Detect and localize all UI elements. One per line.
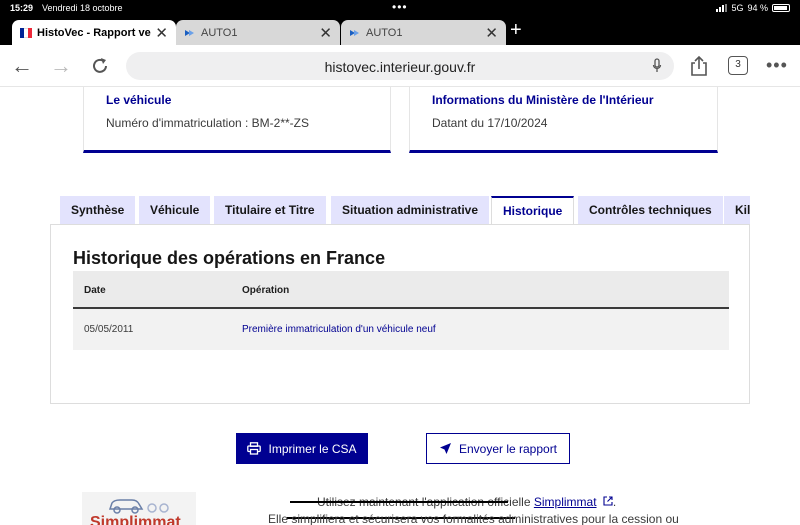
report-tabs: Synthèse Véhicule Titulaire et Titre Sit… — [60, 196, 750, 224]
browser-tab-title: HistoVec - Rapport vend — [37, 26, 151, 39]
column-header-operation: Opération — [242, 285, 290, 296]
browser-tab-auto1[interactable]: AUTO1 ✕ — [341, 20, 506, 45]
send-arrow-icon — [439, 443, 451, 454]
printer-icon — [247, 442, 262, 455]
tab-vehicule[interactable]: Véhicule — [139, 196, 211, 224]
french-flag-icon — [20, 27, 32, 38]
back-arrow-icon[interactable]: ← — [10, 54, 34, 78]
ministry-card-date: Datant du 17/10/2024 — [432, 116, 548, 130]
microphone-icon[interactable] — [652, 58, 662, 74]
ministry-card-title: Informations du Ministère de l'Intérieur — [432, 93, 654, 107]
auto1-icon — [350, 29, 359, 36]
browser-tab-histovec[interactable]: HistoVec - Rapport vend ✕ — [12, 20, 176, 45]
more-options-icon[interactable]: ••• — [766, 55, 788, 76]
tab-controles-techniques[interactable]: Contrôles techniques — [578, 196, 723, 224]
row-operation: Première immatriculation d'un véhicule n… — [242, 324, 436, 335]
promo-line-2: Elle simplifiera et sécurisera vos forma… — [268, 512, 679, 525]
status-date: Vendredi 18 octobre — [42, 3, 123, 13]
simplimmat-logo: Simplimmat — [82, 492, 196, 525]
close-tab-icon[interactable]: ✕ — [155, 24, 168, 42]
row-date: 05/05/2011 — [84, 324, 134, 335]
battery-icon — [772, 4, 790, 12]
car-illustration-icon — [108, 499, 169, 514]
network-label: 5G — [731, 3, 744, 13]
battery-label: 94 % — [747, 3, 768, 13]
tab-synthese[interactable]: Synthèse — [60, 196, 136, 224]
browser-tab-title: AUTO1 — [201, 26, 238, 39]
vehicle-card: Le véhicule Numéro d'immatriculation : B… — [83, 87, 391, 153]
browser-tab-title: AUTO1 — [366, 26, 403, 39]
status-bar: 15:29 Vendredi 18 octobre ••• 5G 94 % — [0, 0, 800, 16]
external-link-icon — [603, 496, 613, 506]
new-tab-icon[interactable]: + — [510, 19, 522, 42]
tab-situation-administrative[interactable]: Situation administrative — [331, 196, 490, 224]
url-text: histovec.interieur.gouv.fr — [324, 59, 476, 75]
send-report-button[interactable]: Envoyer le rapport — [426, 433, 570, 464]
multitasking-dots-icon[interactable]: ••• — [392, 0, 408, 14]
table-header: Date Opération — [73, 271, 729, 309]
print-csa-button[interactable]: Imprimer le CSA — [236, 433, 368, 464]
history-title: Historique des opérations en France — [73, 248, 386, 268]
forward-arrow-icon[interactable]: → — [49, 54, 73, 78]
history-table: Date Opération 05/05/2011 Première immat… — [73, 271, 729, 350]
browser-toolbar: ← → histovec.interieur.gouv.fr 3 ••• — [0, 45, 800, 87]
vehicle-card-title: Le véhicule — [106, 93, 172, 107]
browser-tab-auto1[interactable]: AUTO1 ✕ — [176, 20, 340, 45]
history-panel: Historique des opérations en France Date… — [50, 224, 750, 404]
close-tab-icon[interactable]: ✕ — [485, 24, 498, 42]
simplimmat-logo-text: Simplimmat — [90, 514, 181, 525]
close-tab-icon[interactable]: ✕ — [319, 24, 332, 42]
reload-icon[interactable] — [89, 55, 111, 77]
browser-tabs-bar: HistoVec - Rapport vend ✕ AUTO1 ✕ AUTO1 … — [0, 16, 800, 45]
simplimmat-link[interactable]: Simplimmat — [534, 495, 597, 509]
column-header-date: Date — [84, 285, 106, 296]
tab-kilometrage[interactable]: Kil — [724, 196, 750, 224]
share-icon[interactable] — [689, 55, 709, 77]
tab-titulaire-et-titre[interactable]: Titulaire et Titre — [214, 196, 326, 224]
table-row: 05/05/2011 Première immatriculation d'un… — [73, 309, 729, 350]
auto1-icon — [185, 29, 194, 36]
vehicle-plate-number: Numéro d'immatriculation : BM-2**-ZS — [106, 116, 310, 130]
scribble-mark — [290, 501, 508, 503]
status-time: 15:29 — [10, 3, 34, 13]
tab-count-button[interactable]: 3 — [728, 56, 748, 75]
print-csa-label: Imprimer le CSA — [268, 441, 357, 456]
tab-historique[interactable]: Historique — [491, 196, 575, 224]
send-report-label: Envoyer le rapport — [458, 441, 558, 456]
signal-icon — [716, 4, 728, 12]
address-bar[interactable]: histovec.interieur.gouv.fr — [126, 52, 674, 80]
ministry-card: Informations du Ministère de l'Intérieur… — [409, 87, 718, 153]
